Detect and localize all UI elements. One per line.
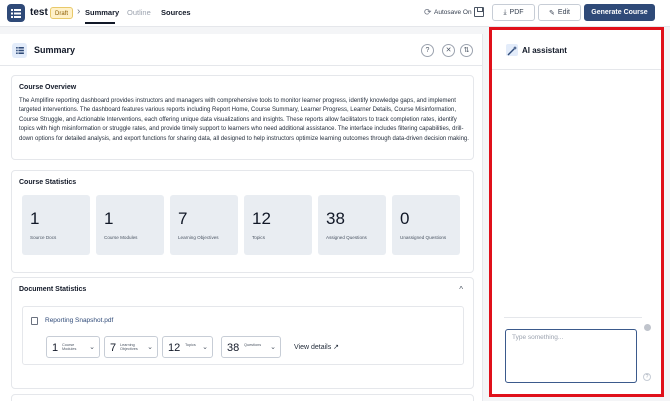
help-icon[interactable]: ? [421,44,434,57]
ai-message-input[interactable] [505,329,637,383]
chevron-down-icon: ⌄ [89,344,95,351]
course-statistics-heading: Course Statistics [19,179,77,186]
top-bar: test Draft › Summary Outline Sources ⟳ A… [0,0,670,27]
summary-title: Summary [34,45,76,55]
stat-unassigned-questions: 0 Unassigned Questions [392,195,460,255]
menu-list-icon[interactable] [7,4,25,22]
ai-assistant-title: AI assistant [522,46,567,55]
document-title: test [30,7,48,18]
pdf-button[interactable]: ⤓ PDF [492,4,535,21]
learning-objectives-dropdown[interactable]: 7 Learning Objectives ⌄ [104,336,158,358]
course-overview-card: Course Overview The Amplifire reporting … [11,75,474,160]
ai-assistant-header: AI assistant [492,30,661,70]
chevron-right-icon: › [77,6,81,17]
chip-label: Learning Objectives [120,343,138,352]
stat-assigned-questions: 38 Assigned Questions [318,195,386,255]
stat-learning-objectives: 7 Learning Objectives [170,195,238,255]
active-tab-indicator [85,22,115,24]
stat-value: 0 [400,209,410,228]
next-section-card [11,394,474,401]
view-details-link[interactable]: View details ↗ [294,343,339,351]
pdf-button-label: PDF [509,9,524,16]
edit-button[interactable]: ✎ Edit [538,4,581,21]
stat-course-modules: 1 Course Modules [96,195,164,255]
chip-value: 7 [110,342,117,354]
tab-sources[interactable]: Sources [161,8,191,17]
stat-label: Course Modules [104,235,138,240]
stat-label: Unassigned Questions [400,235,447,240]
help-icon[interactable]: ? [643,373,651,381]
course-overview-heading: Course Overview [19,84,77,91]
expand-icon[interactable]: ⇅ [460,44,473,57]
file-icon [31,317,38,325]
download-icon: ⤓ [503,8,507,16]
course-modules-dropdown[interactable]: 1 Course Modules ⌄ [46,336,100,358]
collapse-icon[interactable]: ✕ [442,44,455,57]
chip-value: 38 [227,342,240,354]
chevron-down-icon: ⌄ [270,344,276,351]
stat-label: Topics [252,235,266,240]
generate-course-button[interactable]: Generate Course [584,4,655,21]
stat-source-docs: 1 Source Docs [22,195,90,255]
generate-course-label: Generate Course [591,9,648,16]
course-overview-text: The Amplifire reporting dashboard provid… [19,98,469,142]
summary-panel: Summary ? ✕ ⇅ Course Overview The Amplif… [0,34,483,401]
tab-outline[interactable]: Outline [127,8,151,17]
document-statistics-card: Document Statistics ^ Reporting Snapshot… [11,277,474,389]
stat-label: Assigned Questions [326,235,367,240]
stat-value: 1 [30,209,40,228]
tab-summary[interactable]: Summary [85,8,119,17]
list-icon [12,43,27,58]
topics-dropdown[interactable]: 12 Topics ⌄ [162,336,213,358]
chevron-up-icon[interactable]: ^ [459,285,463,294]
autosave-label: Autosave On [434,9,472,16]
save-icon[interactable] [474,7,484,17]
autosave-icon: ⟳ [424,7,432,17]
ai-assistant-panel: AI assistant ? [489,27,664,397]
stat-label: Learning Objectives [178,235,219,240]
edit-button-label: Edit [557,9,570,16]
questions-dropdown[interactable]: 38 Questions ⌄ [221,336,281,358]
chevron-down-icon: ⌄ [147,344,153,351]
chip-value: 1 [52,342,59,354]
divider [504,317,642,318]
summary-header: Summary ? ✕ ⇅ [0,34,483,66]
stat-value: 38 [326,209,345,228]
document-statistics-heading: Document Statistics [19,286,87,293]
chip-label: Topics [185,343,196,347]
chip-label: Questions [244,343,262,347]
stat-value: 12 [252,209,271,228]
chip-label: Course Modules [62,343,77,352]
magic-wand-icon [506,44,518,56]
chevron-down-icon: ⌄ [202,344,208,351]
chip-value: 12 [168,342,181,354]
stat-value: 1 [104,209,114,228]
stat-topics: 12 Topics [244,195,312,255]
stat-value: 7 [178,209,188,228]
draft-badge: Draft [50,7,74,19]
stat-label: Source Docs [30,235,57,240]
document-item: Reporting Snapshot.pdf 1 Course Modules … [22,306,464,365]
document-file-name[interactable]: Reporting Snapshot.pdf [45,317,113,324]
status-dot-icon [644,324,651,331]
pencil-icon: ✎ [549,9,555,17]
course-statistics-card: Course Statistics 1 Source Docs 1 Course… [11,170,474,273]
